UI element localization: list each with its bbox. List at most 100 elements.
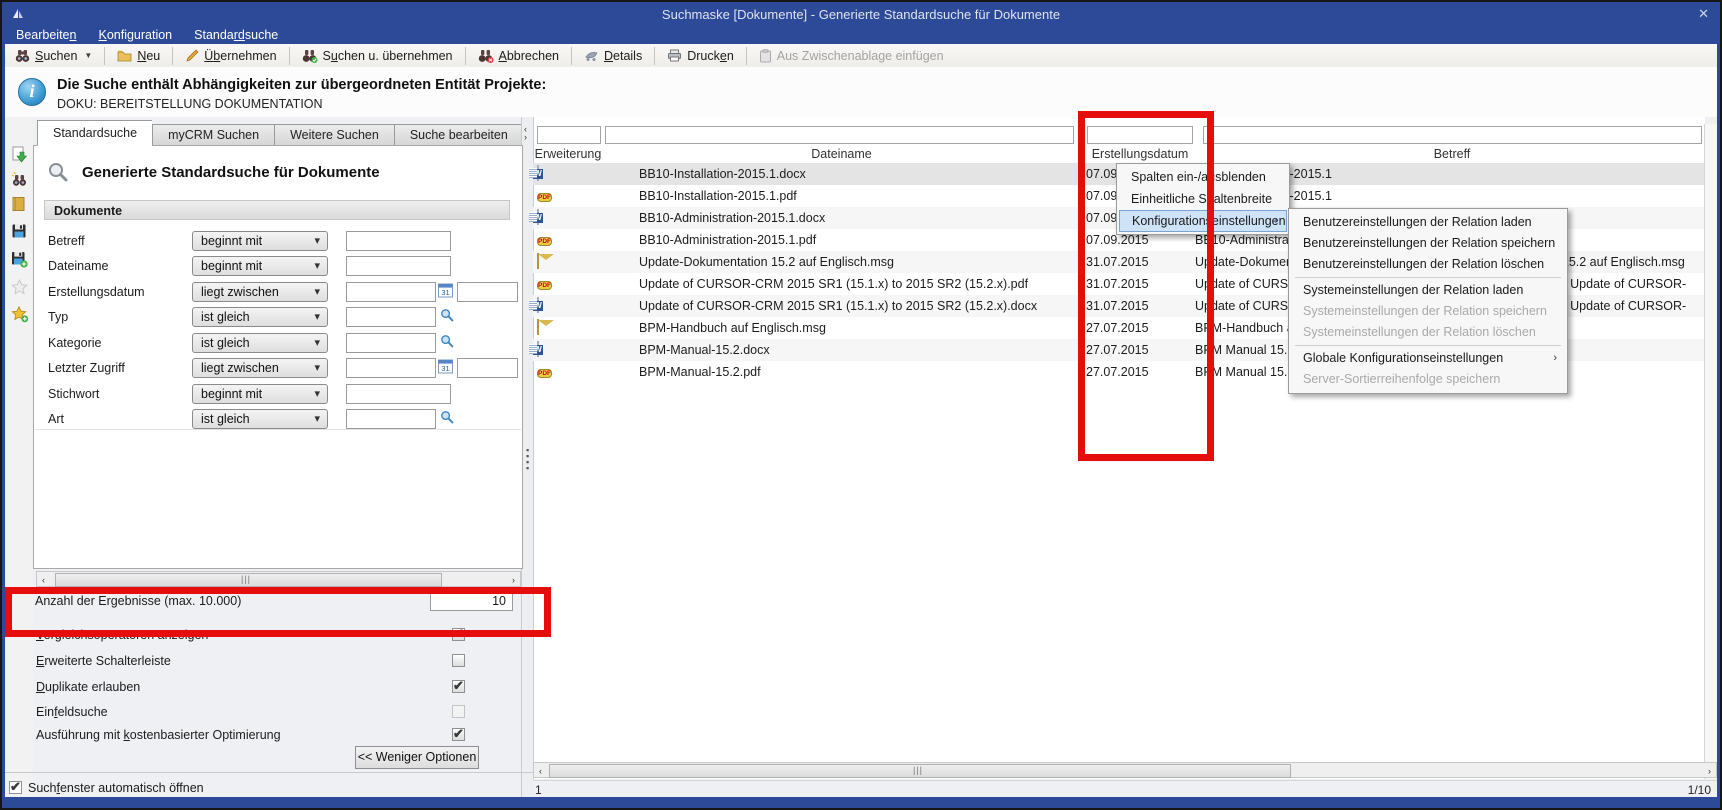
calendar-icon[interactable]: 31 [438, 359, 453, 374]
save-icon[interactable] [11, 223, 28, 240]
field-input[interactable] [346, 231, 451, 251]
column-header-betreff[interactable]: Betreff [1200, 147, 1704, 163]
filter-input-erstellungsdatum[interactable] [1087, 126, 1193, 144]
column-header-erweiterung[interactable]: Erweiterung [533, 147, 603, 163]
menu-separator [1295, 277, 1561, 278]
operator-select[interactable]: beginnt mit [192, 256, 328, 276]
form-divider [35, 429, 521, 430]
field-input[interactable] [346, 256, 451, 276]
menu-konfiguration[interactable]: Konfiguration [87, 28, 183, 42]
section-header-dokumente: Dokumente [44, 200, 510, 220]
operator-select[interactable]: beginnt mit [192, 231, 328, 251]
chevron-down-icon[interactable]: ▼ [84, 51, 92, 60]
scrollbar-thumb[interactable]: ||| [549, 764, 1291, 778]
date-to-input[interactable] [457, 358, 518, 378]
menu-item-spalten[interactable]: Spalten ein-/ausblenden [1119, 166, 1287, 188]
column-header-erstellungsdatum[interactable]: Erstellungsdatum [1080, 147, 1200, 163]
info-icon: i [18, 78, 46, 106]
operator-select[interactable]: liegt zwischen [192, 358, 328, 378]
lookup-magnifier-icon[interactable] [440, 334, 454, 348]
filter-input-erweiterung[interactable] [537, 126, 601, 144]
status-page-indicator: 1/10 [1688, 783, 1711, 797]
results-count-input[interactable]: 10 [430, 591, 513, 611]
date-from-input[interactable] [346, 358, 436, 378]
date-to-input[interactable] [457, 282, 518, 302]
load-search-icon[interactable] [11, 146, 28, 163]
scroll-left-icon[interactable]: ‹ [539, 764, 542, 778]
scroll-right-icon[interactable]: › [1708, 764, 1711, 778]
menu-standardsuche[interactable]: Standardsuche [183, 28, 289, 42]
operator-select[interactable]: liegt zwischen [192, 282, 328, 302]
submenu-arrow-icon: › [1274, 211, 1278, 231]
word-file-icon [537, 166, 554, 182]
new-button[interactable]: Neu [107, 45, 170, 66]
cell-dateiname: BB10-Administration-2015.1.docx [639, 207, 1078, 229]
cell-dateiname: Update of CURSOR-CRM 2015 SR1 (15.1.x) t… [639, 273, 1078, 295]
scroll-right-icon[interactable]: › [512, 573, 515, 587]
operator-select[interactable]: beginnt mit [192, 384, 328, 404]
tab-mycrm-suchen[interactable]: myCRM Suchen [152, 124, 274, 146]
bottom-divider [5, 772, 533, 773]
details-button[interactable]: Details [574, 45, 652, 66]
table-horizontal-scrollbar[interactable]: ‹ ||| › [533, 762, 1717, 778]
field-input[interactable] [346, 384, 451, 404]
column-scroll-arrows[interactable]: ‹› [524, 125, 527, 141]
scroll-left-icon[interactable]: ‹ [42, 573, 45, 587]
cell-dateiname: BPM-Handbuch auf Englisch.msg [639, 317, 1078, 339]
cell-datum: 31.07.2015 [1086, 273, 1204, 295]
apply-button[interactable]: Übernehmen [175, 45, 286, 66]
details-icon [584, 49, 599, 62]
submenu-item-globale-konfiguration[interactable]: Globale Konfigurationseinstellungen › [1291, 348, 1565, 369]
filter-input-dateiname[interactable] [605, 126, 1074, 144]
checkbox-erweiterte-schalterleiste[interactable] [452, 654, 465, 667]
operator-select[interactable]: ist gleich [192, 333, 328, 353]
add-favorite-star-icon[interactable] [11, 306, 28, 323]
svg-text:31: 31 [441, 288, 449, 297]
open-folder-icon[interactable] [11, 196, 28, 213]
submenu-item-benutzer-loeschen[interactable]: Benutzereinstellungen der Relation lösch… [1291, 254, 1565, 275]
save-as-icon[interactable] [11, 251, 28, 268]
less-options-button[interactable]: << Weniger Optionen [355, 746, 479, 769]
lookup-magnifier-icon[interactable] [440, 308, 454, 322]
tab-weitere-suchen[interactable]: Weitere Suchen [274, 124, 394, 146]
table-status-bar: 1 1/10 [533, 780, 1717, 798]
checkbox-duplikate-erlauben[interactable] [452, 680, 465, 693]
checkbox-einfeldsuche[interactable] [452, 705, 465, 718]
checkbox-vergleichsoperatoren[interactable] [452, 628, 465, 641]
splitter-grip[interactable]: ▪▪▪▪ [526, 447, 529, 471]
checkbox-suchfenster-automatisch[interactable] [9, 781, 22, 794]
menu-bearbeiten[interactable]: Bearbeiten [5, 28, 87, 42]
operator-select[interactable]: ist gleich [192, 307, 328, 327]
menu-item-konfigurationseinstellungen[interactable]: Konfigurationseinstellungen › [1119, 210, 1287, 232]
tab-standardsuche[interactable]: Standardsuche [37, 120, 152, 146]
checkbox-kostenbasierte-optimierung[interactable] [452, 728, 465, 741]
new-search-icon[interactable] [11, 171, 28, 188]
calendar-icon[interactable]: 31 [438, 283, 453, 298]
field-label: Betreff [48, 234, 85, 248]
filter-input-betreff[interactable] [1203, 126, 1702, 144]
lookup-input[interactable] [346, 333, 436, 353]
submenu-item-benutzer-speichern[interactable]: Benutzereinstellungen der Relation speic… [1291, 233, 1565, 254]
operator-select[interactable]: ist gleich [192, 409, 328, 429]
submenu-item-system-speichern: Systemeinstellungen der Relation speiche… [1291, 301, 1565, 322]
search-and-apply-button[interactable]: Suchen u. übernehmen [292, 45, 463, 66]
tab-suche-bearbeiten[interactable]: Suche bearbeiten [394, 124, 524, 146]
column-context-menu: Spalten ein-/ausblenden Einheitliche Spa… [1116, 163, 1290, 235]
search-button[interactable]: Suchen ▼ [5, 45, 102, 66]
lookup-magnifier-icon[interactable] [440, 410, 454, 424]
toolbar-divider [172, 47, 173, 65]
submenu-item-system-laden[interactable]: Systemeinstellungen der Relation laden [1291, 280, 1565, 301]
column-header-dateiname[interactable]: Dateiname [603, 147, 1080, 163]
lookup-input[interactable] [346, 409, 436, 429]
lookup-input[interactable] [346, 307, 436, 327]
submenu-item-benutzer-laden[interactable]: Benutzereinstellungen der Relation laden [1291, 212, 1565, 233]
form-horizontal-scrollbar[interactable]: ‹ ||| › [36, 571, 521, 587]
cancel-button[interactable]: Abbrechen [468, 45, 569, 66]
print-button[interactable]: Drucken [657, 45, 744, 66]
scrollbar-thumb[interactable]: ||| [55, 573, 442, 587]
date-from-input[interactable] [346, 282, 436, 302]
mail-file-icon [537, 320, 554, 336]
menu-item-spaltenbreite[interactable]: Einheitliche Spaltenbreite [1119, 188, 1287, 210]
close-icon[interactable]: ✕ [1698, 6, 1709, 22]
table-vertical-scrollbar[interactable] [1704, 124, 1718, 779]
